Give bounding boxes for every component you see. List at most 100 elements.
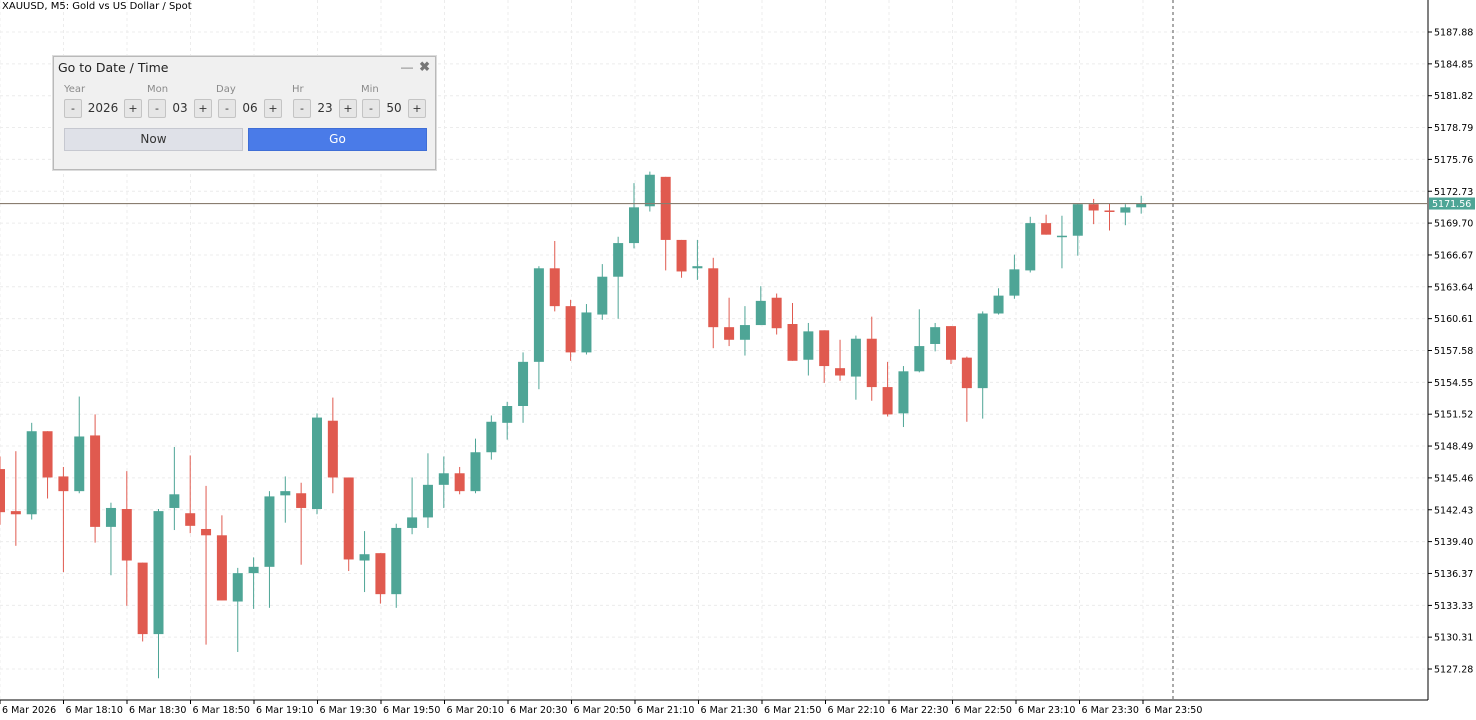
- time-tick-label: 6 Mar 18:30: [129, 705, 186, 716]
- candle-bear: [327, 420, 338, 478]
- candle-bear: [0, 469, 5, 513]
- candle-bull: [644, 174, 655, 207]
- time-tick-label: 6 Mar 18:50: [193, 705, 250, 716]
- candle-bear: [343, 477, 354, 560]
- candle-bull: [803, 331, 814, 360]
- candle-bear: [708, 268, 719, 328]
- time-tick-label: 6 Mar 20:50: [574, 705, 631, 716]
- candle-bull: [1120, 207, 1131, 213]
- minute-increment-button[interactable]: +: [408, 99, 426, 118]
- price-tick-label: 5184.85: [1434, 59, 1473, 70]
- minute-decrement-button[interactable]: -: [362, 99, 380, 118]
- candle-bear: [771, 297, 782, 329]
- candle-bear: [1041, 223, 1052, 235]
- time-tick-label: 6 Mar 21:10: [637, 705, 694, 716]
- price-tick-label: 5142.43: [1434, 505, 1473, 516]
- price-tick-label: 5160.61: [1434, 314, 1473, 325]
- go-button[interactable]: Go: [248, 128, 427, 151]
- candle-bull: [629, 207, 639, 244]
- candle-bear: [961, 357, 972, 389]
- candle-bull: [518, 361, 529, 407]
- candle-bear: [454, 473, 465, 492]
- time-tick-label: 6 Mar 23:10: [1018, 705, 1075, 716]
- price-tick-label: 5130.31: [1434, 633, 1473, 644]
- candle-bear: [882, 387, 893, 415]
- minute-value[interactable]: 50: [382, 99, 406, 118]
- candle-bear: [216, 535, 227, 601]
- price-tick-label: 5178.79: [1434, 123, 1473, 134]
- candle-bull: [169, 494, 180, 508]
- price-tick-label: 5169.70: [1434, 219, 1473, 230]
- time-tick-label: 6 Mar 21:30: [701, 705, 758, 716]
- candle-bear: [201, 528, 212, 536]
- close-icon[interactable]: ✖: [419, 59, 430, 75]
- candle-bear: [90, 435, 101, 527]
- candle-bull: [613, 243, 624, 277]
- price-tick-label: 5151.52: [1434, 410, 1473, 421]
- candle-bull: [407, 517, 418, 528]
- day-increment-button[interactable]: +: [264, 99, 282, 118]
- price-tick-label: 5127.28: [1434, 665, 1473, 676]
- go-to-date-dialog[interactable]: Go to Date / Time — ✖ Year - 2026 + Mon …: [53, 56, 436, 170]
- time-tick-label: 6 Mar 19:50: [383, 705, 440, 716]
- candle-bull: [755, 300, 766, 326]
- candle-bull: [597, 276, 608, 315]
- price-tick-label: 5166.67: [1434, 250, 1473, 261]
- candle-bear: [724, 327, 735, 340]
- year-decrement-button[interactable]: -: [64, 99, 82, 118]
- candle-bull: [581, 312, 592, 353]
- candle-bear: [375, 553, 386, 595]
- year-value[interactable]: 2026: [84, 99, 122, 118]
- candle-bull: [692, 266, 703, 269]
- year-label: Year: [64, 84, 86, 95]
- candle-bear: [660, 176, 671, 240]
- day-decrement-button[interactable]: -: [218, 99, 236, 118]
- hour-increment-button[interactable]: +: [339, 99, 357, 118]
- candle-bull: [914, 346, 925, 372]
- candle-bear: [1088, 204, 1099, 211]
- time-tick-label: 6 Mar 2026: [2, 705, 56, 716]
- candle-bull: [1025, 223, 1036, 271]
- candle-bull: [232, 573, 243, 602]
- candle-bear: [58, 476, 69, 492]
- candle-bull: [26, 431, 37, 515]
- candle-bull: [1009, 269, 1020, 296]
- candle-bull: [1056, 235, 1067, 238]
- candle-bull: [486, 421, 497, 453]
- price-tick-label: 5145.46: [1434, 473, 1473, 484]
- hour-decrement-button[interactable]: -: [293, 99, 311, 118]
- month-value[interactable]: 03: [168, 99, 192, 118]
- chart-window[interactable]: 5187.88 5184.85 5181.82 5178.79 5175.76 5172.…: [0, 0, 1476, 720]
- candle-bear: [676, 239, 687, 272]
- candle-bear: [10, 511, 21, 515]
- candle-bull: [280, 491, 291, 496]
- candle-bear: [185, 513, 196, 526]
- time-tick-label: 6 Mar 21:50: [764, 705, 821, 716]
- candle-bull: [359, 554, 370, 561]
- day-label: Day: [216, 84, 236, 95]
- year-increment-button[interactable]: +: [124, 99, 142, 118]
- candle-bull: [438, 473, 449, 485]
- candle-bull: [1072, 204, 1083, 236]
- candle-bull: [502, 406, 513, 423]
- candle-bear: [137, 562, 148, 635]
- candle-bear: [787, 324, 798, 361]
- time-tick-label: 6 Mar 23:30: [1082, 705, 1139, 716]
- candle-bear: [1104, 210, 1115, 212]
- time-tick-label: 6 Mar 20:30: [510, 705, 567, 716]
- month-increment-button[interactable]: +: [194, 99, 212, 118]
- price-tick-label: 5133.33: [1434, 601, 1473, 612]
- now-button[interactable]: Now: [64, 128, 243, 151]
- candle-bull: [533, 268, 544, 362]
- hour-label: Hr: [292, 84, 304, 95]
- month-decrement-button[interactable]: -: [148, 99, 166, 118]
- candle-bull: [153, 511, 164, 635]
- minimize-icon[interactable]: —: [401, 60, 413, 74]
- day-value[interactable]: 06: [238, 99, 262, 118]
- hour-value[interactable]: 23: [313, 99, 337, 118]
- candle-bull: [977, 313, 988, 389]
- price-tick-label: 5157.58: [1434, 346, 1473, 357]
- candle-bull: [74, 436, 85, 492]
- price-tick-label: 5139.40: [1434, 537, 1473, 548]
- time-tick-label: 6 Mar 19:10: [256, 705, 313, 716]
